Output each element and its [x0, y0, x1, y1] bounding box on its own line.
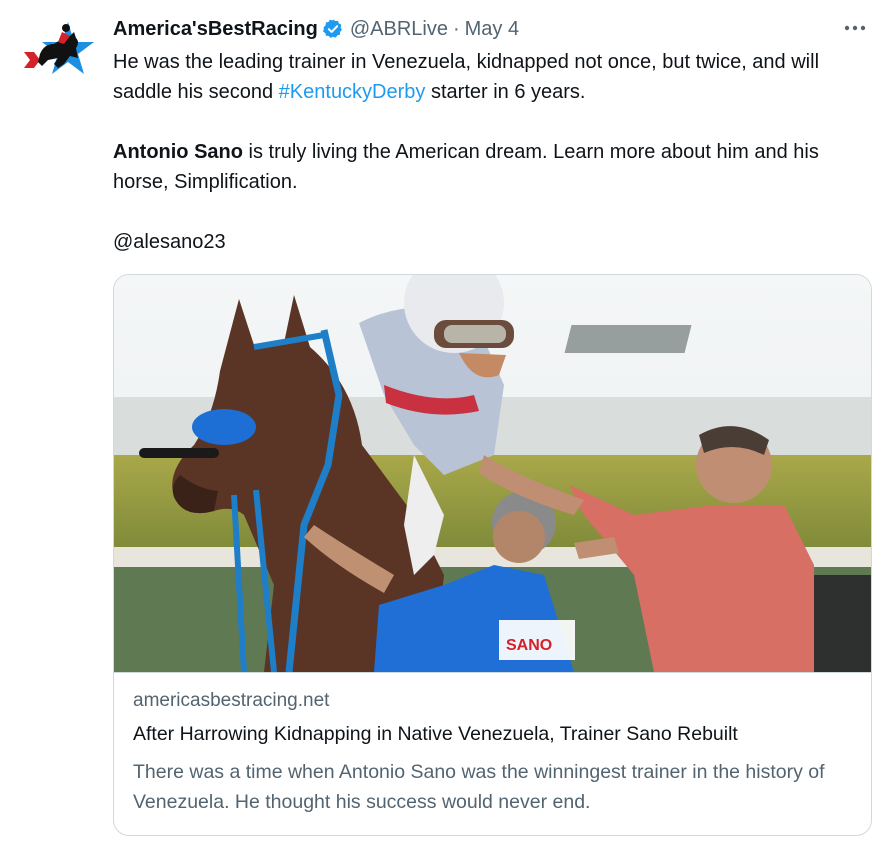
more-horizontal-icon	[844, 25, 866, 31]
tweet-text-intro-end: starter in 6 years.	[425, 81, 586, 103]
mention-text: @alesano23	[113, 231, 226, 253]
svg-text:SANO: SANO	[506, 637, 552, 654]
avatar[interactable]	[18, 14, 98, 86]
tweet-date[interactable]: May 4	[465, 18, 519, 41]
hashtag-link[interactable]: #KentuckyDerby	[279, 81, 426, 103]
card-domain: americasbestracing.net	[133, 690, 330, 711]
tweet[interactable]: America'sBestRacing @ABRLive · May 4 He …	[0, 0, 883, 854]
shirt-logo: SANO	[499, 620, 575, 660]
author-display-name[interactable]: America'sBestRacing	[113, 18, 318, 41]
author-handle[interactable]: @ABRLive	[350, 18, 448, 41]
card-meta[interactable]: americasbestracing.net After Harrowing K…	[114, 672, 871, 835]
card-image[interactable]: SANO	[114, 275, 871, 672]
card-title[interactable]: After Harrowing Kidnapping in Native Ven…	[133, 723, 738, 746]
header-separator: ·	[452, 17, 460, 40]
card-description: There was a time when Antonio Sano was t…	[133, 761, 825, 813]
link-preview-card[interactable]: SANO americasbestracing.net After Harrow…	[113, 274, 872, 836]
bold-name: Antonio Sano	[113, 141, 243, 163]
tweet-paragraph-3: @alesano23	[113, 227, 875, 257]
tweet-paragraph-1: He was the leading trainer in Venezuela,…	[113, 47, 875, 107]
verified-badge-icon	[322, 19, 342, 38]
tweet-header: America'sBestRacing @ABRLive · May 4	[113, 16, 519, 42]
tweet-text: He was the leading trainer in Venezuela,…	[113, 47, 875, 257]
tweet-paragraph-2: Antonio Sano is truly living the America…	[113, 137, 875, 197]
more-options-button[interactable]	[841, 14, 869, 42]
